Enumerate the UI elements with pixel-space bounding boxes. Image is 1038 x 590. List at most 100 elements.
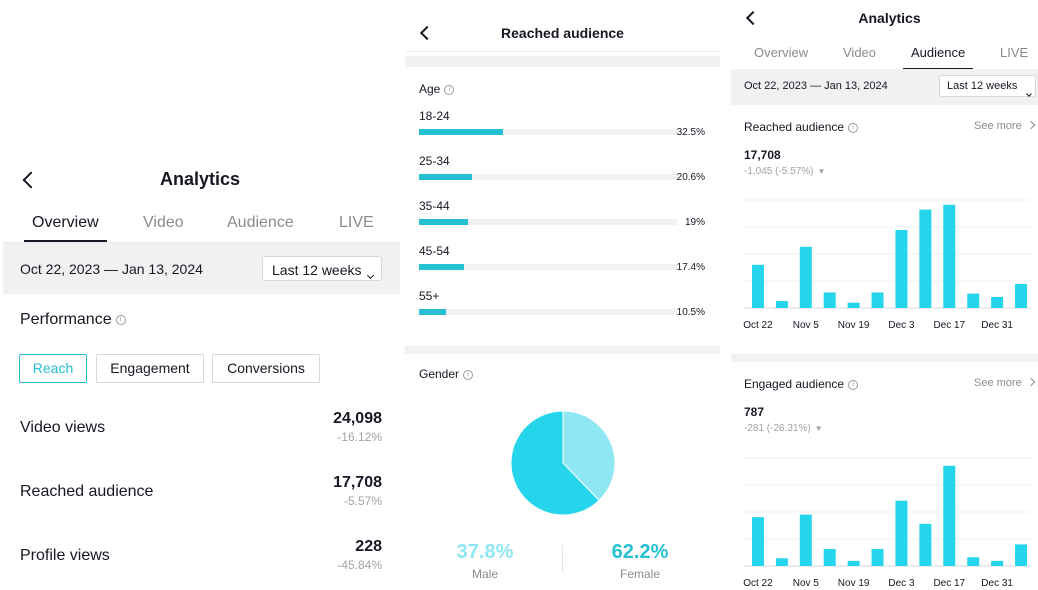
tab-overview[interactable]: Overview: [754, 45, 808, 60]
bar[interactable]: [1015, 544, 1028, 566]
info-icon[interactable]: i: [848, 379, 859, 390]
tab-audience[interactable]: Audience: [902, 45, 974, 70]
bar[interactable]: [823, 549, 836, 566]
x-tick-label: Nov 5: [793, 320, 820, 331]
male-percent: 37.8%: [456, 541, 514, 563]
bar[interactable]: [895, 230, 908, 308]
engagement-pill[interactable]: Engagement: [96, 354, 204, 383]
bar[interactable]: [823, 292, 836, 308]
bar[interactable]: [775, 558, 788, 566]
x-tick-label: Nov 19: [838, 578, 870, 589]
metric-change-profile-views: -45.84%: [337, 558, 382, 572]
age-row: 45-54 17.4%: [419, 244, 705, 284]
see-more-label: See more: [974, 120, 1022, 132]
age-percent: 20.6%: [676, 172, 705, 183]
page-title: Analytics: [159, 169, 241, 189]
arrow-down-icon: ▼: [817, 167, 826, 176]
age-bar-track: [419, 129, 677, 135]
engaged-change: -281 (-26.31%) ▼: [744, 423, 823, 434]
chevron-right-icon: [1026, 120, 1035, 130]
x-tick-label: Nov 5: [793, 578, 820, 589]
bar[interactable]: [847, 302, 860, 308]
age-label: 35-44: [419, 199, 450, 213]
info-icon[interactable]: i: [444, 84, 455, 95]
bar[interactable]: [895, 500, 908, 566]
age-bar-fill: [419, 264, 464, 270]
bar[interactable]: [871, 549, 884, 566]
date-range: Oct 22, 2023 — Jan 13, 2024: [744, 80, 888, 92]
tab-video[interactable]: Video: [143, 214, 184, 232]
period-select[interactable]: Last 12 weeks: [939, 75, 1036, 97]
date-range: Oct 22, 2023 — Jan 13, 2024: [20, 261, 203, 277]
bar[interactable]: [943, 204, 956, 308]
metric-label-video-views: Video views: [20, 419, 106, 436]
reached-heading: Reached audience i: [744, 120, 859, 134]
reached-title: Reached audience: [744, 120, 845, 134]
bar[interactable]: [847, 560, 860, 566]
x-tick-label: Dec 3: [888, 320, 915, 331]
age-label: 45-54: [419, 244, 450, 258]
bar[interactable]: [871, 292, 884, 308]
metric-change-video-views: -16.12%: [337, 430, 382, 444]
see-more-link[interactable]: See more: [974, 377, 1035, 389]
info-icon[interactable]: i: [115, 314, 126, 325]
bar[interactable]: [967, 557, 980, 566]
age-label: 25-34: [419, 154, 450, 168]
metric-value-video-views: 24,098: [333, 410, 382, 427]
age-label: 55+: [419, 289, 440, 303]
bar[interactable]: [1015, 284, 1028, 308]
section-separator: [731, 354, 1038, 362]
conversions-pill[interactable]: Conversions: [212, 354, 320, 383]
bar[interactable]: [919, 523, 932, 566]
tab-live[interactable]: LIVE: [339, 214, 374, 232]
age-row: 55+ 10.5%: [419, 289, 705, 329]
bar[interactable]: [991, 560, 1004, 566]
bar[interactable]: [799, 246, 812, 308]
period-select[interactable]: Last 12 weeks: [262, 256, 382, 281]
period-select-label: Last 12 weeks: [272, 262, 362, 278]
engaged-value: 787: [744, 405, 765, 419]
bar[interactable]: [751, 517, 764, 566]
bar[interactable]: [919, 209, 932, 308]
metric-label-profile-views: Profile views: [20, 547, 110, 564]
x-tick-label: Dec 31: [981, 320, 1013, 331]
tab-audience[interactable]: Audience: [227, 214, 294, 232]
reached-bar-chart: Oct 22 Nov 5 Nov 19 Dec 3 Dec 17 Dec 31: [743, 199, 1031, 331]
bar[interactable]: [775, 301, 788, 308]
metric-change-reached-audience: -5.57%: [343, 494, 382, 508]
metric-label-reached-audience: Reached audience: [20, 483, 154, 500]
age-heading: Age i: [419, 82, 455, 96]
reach-pill[interactable]: Reach: [19, 354, 87, 383]
reached-audience-panel: Reached audience Age i 18-24 32.5% 25-34 …: [405, 0, 720, 590]
tab-overview[interactable]: Overview: [24, 214, 107, 242]
audience-panel: Analytics Overview Video Audience LIVE O…: [731, 0, 1038, 590]
age-label: 18-24: [419, 109, 450, 123]
info-icon[interactable]: i: [463, 369, 474, 380]
x-tick-label: Oct 22: [743, 578, 773, 589]
age-percent: 10.5%: [676, 307, 705, 318]
date-bar: Oct 22, 2023 — Jan 13, 2024 Last 12 week…: [731, 69, 1038, 105]
tab-video[interactable]: Video: [843, 45, 876, 60]
age-bar-track: [419, 309, 677, 315]
tab-live[interactable]: LIVE: [1000, 45, 1028, 60]
metric-value-profile-views: 228: [355, 538, 382, 555]
x-tick-label: Dec 17: [933, 578, 965, 589]
x-tick-label: Nov 19: [838, 320, 870, 331]
info-icon[interactable]: i: [848, 122, 859, 133]
arrow-down-icon: ▼: [814, 424, 823, 433]
bar[interactable]: [799, 514, 812, 566]
reached-value: 17,708: [744, 148, 781, 162]
page-title: Reached audience: [501, 25, 624, 41]
age-percent: 19%: [684, 217, 705, 228]
bar[interactable]: [943, 465, 956, 566]
chevron-down-icon: [366, 271, 375, 280]
chevron-down-icon: [1026, 91, 1032, 97]
engaged-heading: Engaged audience i: [744, 377, 859, 391]
gender-divider: [562, 545, 563, 572]
bar[interactable]: [991, 296, 1004, 308]
see-more-link[interactable]: See more: [974, 120, 1035, 132]
bar[interactable]: [751, 264, 764, 308]
bar[interactable]: [967, 293, 980, 308]
performance-heading: Performance i: [20, 311, 126, 329]
see-more-label: See more: [974, 377, 1022, 389]
